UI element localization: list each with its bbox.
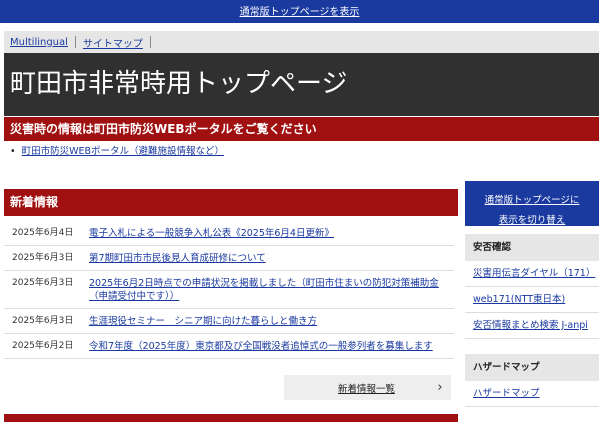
safety-check-heading: 安否確認 <box>465 234 599 261</box>
web171-link[interactable]: web171(NTT東日本) <box>473 294 565 305</box>
sidebar-item-web171: web171(NTT東日本) <box>465 287 599 313</box>
switch-to-normal-top-line1: 通常版トップページに <box>484 195 580 206</box>
news-section-header: 新着情報 <box>4 189 458 216</box>
news-date: 2025年6月2日 <box>12 341 74 351</box>
page-title: 町田市非常時用トップページ <box>10 69 348 99</box>
title-band: 町田市非常時用トップページ <box>4 53 599 116</box>
news-title-link[interactable]: 2025年6月2日時点での申請状況を掲載しました（町田市住まいの防犯対策補助金（… <box>89 277 454 303</box>
news-row: 2025年6月2日 令和7年度（2025年度）東京都及び全国戦没者追悼式の一般参… <box>4 334 454 359</box>
switch-to-normal-top-line2: 表示を切り替え <box>498 215 566 226</box>
next-section-header <box>4 414 458 422</box>
news-title-link[interactable]: 電子入札による一般競争入札公表《2025年6月4日更新》 <box>89 227 454 240</box>
news-row: 2025年6月4日 電子入札による一般競争入札公表《2025年6月4日更新》 <box>4 221 454 246</box>
chevron-right-icon: › <box>437 380 443 395</box>
disaster-portal-link[interactable]: 町田市防災WEBポータル（避難施設情報など） <box>22 146 224 157</box>
news-heading: 新着情報 <box>10 195 59 209</box>
sitemap-link[interactable]: サイトマップ <box>83 35 143 50</box>
normal-top-page-link[interactable]: 通常版トップページを表示 <box>240 5 360 20</box>
news-title-link[interactable]: 令和7年度（2025年度）東京都及び全国戦没者追悼式の一般参列者を募集します <box>89 340 454 353</box>
disaster-notice-heading: 災害時の情報は町田市防災WEBポータルをご覧ください <box>10 122 317 136</box>
sidebar-item-disaster-message-dial: 災害用伝言ダイヤル（171） <box>465 261 599 287</box>
disaster-message-dial-link[interactable]: 災害用伝言ダイヤル（171） <box>473 268 595 279</box>
news-date: 2025年6月3日 <box>12 278 74 288</box>
news-row: 2025年6月3日 2025年6月2日時点での申請状況を掲載しました（町田市住ま… <box>4 271 454 309</box>
utility-nav: Multilingual サイトマップ <box>4 31 599 53</box>
bullet-icon: • <box>10 146 16 157</box>
nav-divider <box>74 36 76 48</box>
news-more-label: 新着情報一覧 <box>337 383 395 395</box>
news-title-link[interactable]: 第7期町田市市民後見人育成研修について <box>89 252 454 265</box>
news-date: 2025年6月4日 <box>12 228 74 238</box>
janpi-link[interactable]: 安否情報まとめ検索 J-anpi <box>473 320 588 331</box>
news-more-button[interactable]: 新着情報一覧 › <box>284 375 451 400</box>
disaster-notice-band: 災害時の情報は町田市防災WEBポータルをご覧ください <box>4 117 599 141</box>
news-title-link[interactable]: 生涯現役セミナー シニア期に向けた暮らしと働き方 <box>89 315 454 328</box>
news-list: 2025年6月4日 電子入札による一般競争入札公表《2025年6月4日更新》 2… <box>4 221 454 359</box>
sidebar-item-hazard-map: ハザードマップ <box>465 381 599 407</box>
hazard-map-link[interactable]: ハザードマップ <box>473 388 540 399</box>
hazard-map-heading: ハザードマップ <box>465 354 599 381</box>
switch-to-normal-top-button[interactable]: 通常版トップページに 表示を切り替え <box>465 181 599 226</box>
news-row: 2025年6月3日 生涯現役セミナー シニア期に向けた暮らしと働き方 <box>4 309 454 334</box>
sidebar-item-janpi: 安否情報まとめ検索 J-anpi <box>465 313 599 339</box>
top-bar: 通常版トップページを表示 <box>0 0 599 23</box>
news-row: 2025年6月3日 第7期町田市市民後見人育成研修について <box>4 246 454 271</box>
disaster-portal-item: • 町田市防災WEBポータル（避難施設情報など） <box>10 143 224 157</box>
multilingual-link[interactable]: Multilingual <box>10 37 68 48</box>
news-date: 2025年6月3日 <box>12 253 74 263</box>
nav-divider <box>149 36 151 48</box>
news-date: 2025年6月3日 <box>12 316 74 326</box>
